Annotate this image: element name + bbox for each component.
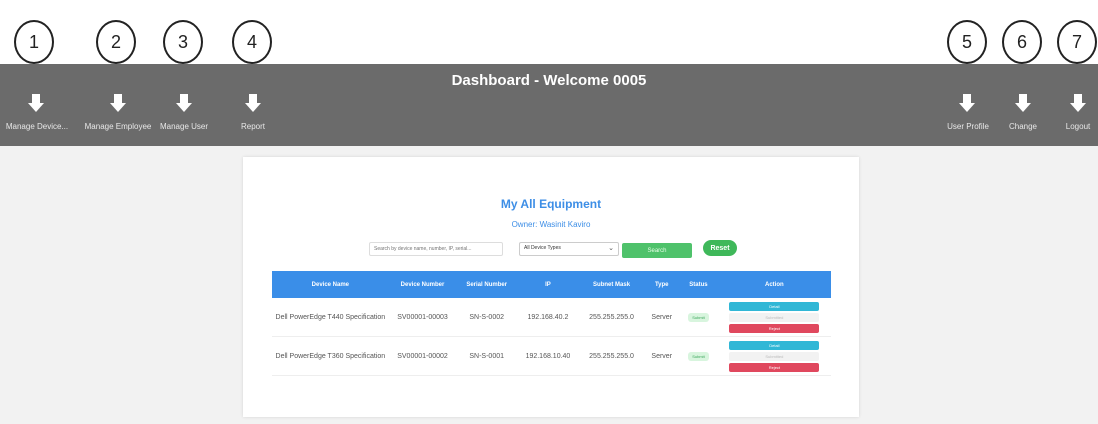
reject-button[interactable]: Reject [729,362,820,372]
column-header: Status [679,271,718,298]
column-header: Subnet Mask [578,271,645,298]
card-title: My All Equipment [500,197,602,211]
chevron-down-icon: ⌄ [608,245,614,252]
status-cell: Submit [679,298,718,337]
page-title: Dashboard - Welcome 0005 [451,72,647,89]
arrow-down-icon [245,94,261,112]
ip-cell: 192.168.10.40 [517,336,579,376]
nav-manage-user[interactable]: Manage User [160,122,208,131]
detail-button[interactable]: Detail [729,301,820,311]
reject-button[interactable]: Reject [729,323,820,333]
callout-4: 4 [232,20,272,64]
arrow-down-icon [110,94,126,112]
column-header: Type [644,271,680,298]
nav-change[interactable]: Change [1009,122,1037,131]
table-row: Dell PowerEdge T360 Specification SV0000… [272,336,831,376]
subnet-cell: 255.255.255.0 [578,298,645,337]
column-header: Device Number [388,271,457,298]
type-cell: Server [644,298,680,337]
search-input[interactable] [369,242,503,256]
devices-table: Device Name Device Number Serial Number … [272,271,831,376]
detail-button[interactable]: Detail [729,340,820,350]
reset-button[interactable]: Reset [703,240,737,256]
subnet-cell: 255.255.255.0 [578,336,645,376]
device-name-cell: Dell PowerEdge T360 Specification [272,336,389,376]
table-row: Dell PowerEdge T440 Specification SV0000… [272,298,831,337]
device-number-cell: SV00001-00002 [388,336,457,376]
action-cell: Detail Submitted Reject [717,336,831,376]
submitted-button[interactable]: Submitted [729,351,820,361]
table-header-row: Device Name Device Number Serial Number … [272,271,831,298]
nav-manage-employee[interactable]: Manage Employee [85,122,152,131]
submitted-button[interactable]: Submitted [729,312,820,322]
callout-5: 5 [947,20,987,64]
device-type-value: All Device Types [524,245,561,251]
action-cell: Detail Submitted Reject [717,298,831,337]
status-badge: Submit [688,312,709,322]
nav-manage-device[interactable]: Manage Device... [6,122,68,131]
callout-7: 7 [1057,20,1097,64]
equipment-card: My All Equipment Owner: Wasinit Kaviro A… [243,157,859,417]
callout-3: 3 [163,20,203,64]
callout-2: 2 [96,20,136,64]
column-header: Device Name [272,271,389,298]
nav-logout[interactable]: Logout [1066,122,1090,131]
nav-report[interactable]: Report [241,122,265,131]
arrow-down-icon [1070,94,1086,112]
device-number-cell: SV00001-00003 [388,298,457,337]
column-header: Action [717,271,831,298]
device-type-select[interactable]: All Device Types ⌄ [519,242,619,256]
arrow-down-icon [959,94,975,112]
search-button[interactable]: Search [622,243,692,258]
arrow-down-icon [176,94,192,112]
arrow-down-icon [28,94,44,112]
callout-6: 6 [1002,20,1042,64]
callout-1: 1 [14,20,54,64]
ip-cell: 192.168.40.2 [517,298,579,337]
arrow-down-icon [1015,94,1031,112]
serial-cell: SN-S-0001 [456,336,518,376]
status-badge: Submit [688,351,709,361]
status-cell: Submit [679,336,718,376]
column-header: Serial Number [456,271,518,298]
nav-user-profile[interactable]: User Profile [947,122,989,131]
serial-cell: SN-S-0002 [456,298,518,337]
device-name-cell: Dell PowerEdge T440 Specification [272,298,389,337]
column-header: IP [517,271,579,298]
type-cell: Server [644,336,680,376]
owner-label: Owner: Wasinit Kaviro [511,220,591,229]
